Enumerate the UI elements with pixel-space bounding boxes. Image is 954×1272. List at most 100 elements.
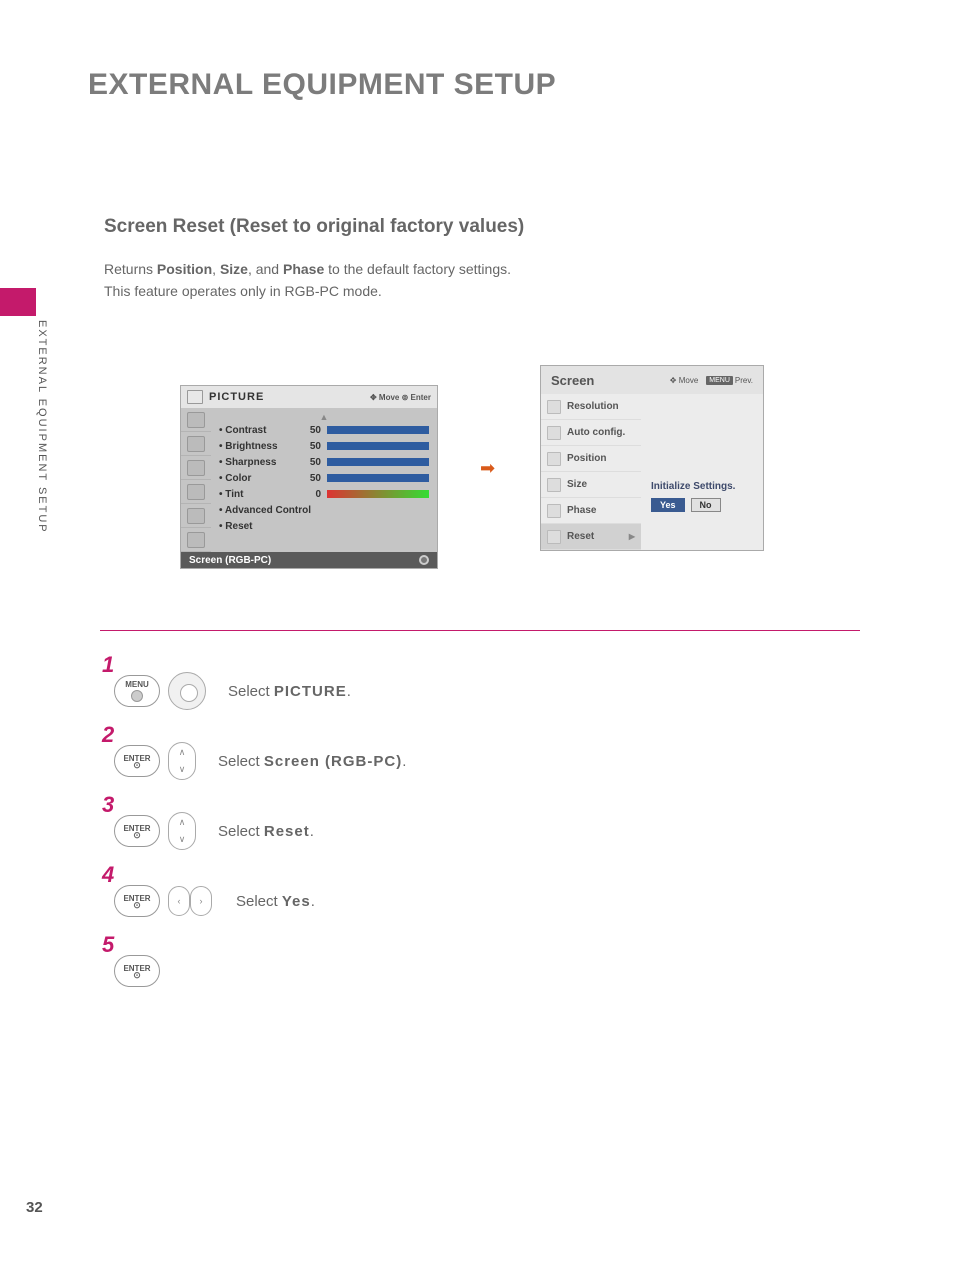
step-row: 5 ENTER⊙ — [104, 936, 406, 1006]
list-item[interactable]: • Advanced Control — [219, 502, 429, 518]
picture-menu: PICTURE ✥ Move ⊚ Enter ▲ • Contrast50 • … — [180, 385, 438, 569]
item-label: Size — [567, 479, 587, 490]
list-item[interactable]: Auto config. — [541, 420, 641, 446]
slider-bar — [327, 426, 429, 434]
enter-dot-icon: ⊙ — [133, 763, 141, 768]
side-tab-label: EXTERNAL EQUIPMENT SETUP — [36, 320, 54, 534]
desc-text: to the default factory settings. — [324, 261, 511, 277]
item-value: 50 — [299, 441, 321, 452]
menu-category-icon — [187, 508, 205, 524]
screen-menu-detail: Initialize Settings. Yes No — [641, 442, 763, 550]
arrow-right-icon: ➡ — [480, 458, 495, 479]
list-item[interactable]: Phase — [541, 498, 641, 524]
vertical-pad-icon: ∧∨ — [168, 812, 196, 850]
step-text: Select PICTURE. — [228, 683, 351, 700]
item-label: Resolution — [567, 401, 619, 412]
picture-menu-category-icons — [181, 408, 211, 552]
steps-list: 1 MENU Select PICTURE. 2 ENTER⊙ ∧∨ Selec… — [104, 656, 406, 1006]
item-label: • Brightness — [219, 441, 299, 452]
desc-text: , and — [248, 261, 283, 277]
desc-text: , — [212, 261, 220, 277]
item-label: • Reset — [219, 521, 253, 532]
remote-menu-button: MENU — [114, 675, 160, 707]
enter-dot-icon: ⊙ — [133, 973, 141, 978]
step-number: 5 — [102, 932, 114, 958]
picture-menu-list: ▲ • Contrast50 • Brightness50 • Sharpnes… — [211, 408, 437, 552]
list-item[interactable]: • Color50 — [219, 470, 429, 486]
dpad-icon — [168, 672, 206, 710]
step-number: 4 — [102, 862, 114, 888]
step-text: Select Screen (RGB-PC). — [218, 753, 406, 770]
page-title: EXTERNAL EQUIPMENT SETUP — [88, 68, 556, 102]
item-value: 0 — [299, 489, 321, 500]
desc-bold-position: Position — [157, 261, 212, 277]
desc-bold-phase: Phase — [283, 261, 324, 277]
list-item[interactable]: • Reset — [219, 518, 429, 534]
item-value: 50 — [299, 457, 321, 468]
initialize-message: Initialize Settings. — [651, 481, 753, 492]
scroll-up-icon: ▲ — [219, 412, 429, 422]
item-label: • Contrast — [219, 425, 299, 436]
list-item[interactable]: Size — [541, 472, 641, 498]
hint-move: Move — [379, 393, 399, 402]
list-item[interactable]: • Tint0 — [219, 486, 429, 502]
remote-enter-button: ENTER⊙ — [114, 815, 160, 847]
step-bold: Yes — [282, 893, 311, 910]
list-item[interactable]: Resolution — [541, 394, 641, 420]
radio-icon — [419, 555, 429, 565]
position-icon — [547, 452, 561, 466]
desc-line2: This feature operates only in RGB-PC mod… — [104, 283, 382, 299]
desc-text: Returns — [104, 261, 157, 277]
section-title: Screen Reset (Reset to original factory … — [104, 216, 524, 238]
move-icon: ✥ — [370, 393, 379, 402]
step-bold: Screen (RGB-PC) — [264, 753, 402, 770]
step-bold: Reset — [264, 823, 310, 840]
phase-icon — [547, 504, 561, 518]
remote-enter-button: ENTER⊙ — [114, 955, 160, 987]
slider-bar — [327, 458, 429, 466]
menu-category-icon — [187, 532, 205, 548]
remote-enter-button: ENTER⊙ — [114, 885, 160, 917]
step-text: Select Reset. — [218, 823, 314, 840]
tv-icon — [187, 390, 203, 404]
yes-no-group: Yes No — [651, 498, 753, 512]
step-row: 1 MENU Select PICTURE. — [104, 656, 406, 726]
size-icon — [547, 478, 561, 492]
slider-bar — [327, 474, 429, 482]
enter-dot-icon: ⊙ — [133, 903, 141, 908]
desc-bold-size: Size — [220, 261, 248, 277]
remote-enter-button: ENTER⊙ — [114, 745, 160, 777]
hint-prev: Prev. — [735, 376, 753, 385]
screen-menu: Screen ✥ Move MENU Prev. Resolution Auto… — [540, 365, 764, 551]
picture-menu-hints: ✥ Move ⊚ Enter — [370, 393, 431, 402]
menu-category-icon — [187, 460, 205, 476]
slider-bar-tint — [327, 490, 429, 498]
item-value: 50 — [299, 473, 321, 484]
item-label: Phase — [567, 505, 596, 516]
section-description: Returns Position, Size, and Phase to the… — [104, 258, 511, 303]
step-row: 2 ENTER⊙ ∧∨ Select Screen (RGB-PC). — [104, 726, 406, 796]
item-label: • Tint — [219, 489, 299, 500]
list-item[interactable]: • Brightness50 — [219, 438, 429, 454]
list-item[interactable]: • Contrast50 — [219, 422, 429, 438]
step-number: 1 — [102, 652, 114, 678]
hint-move: ✥ Move — [670, 376, 699, 385]
picture-menu-selected[interactable]: Screen (RGB-PC) — [181, 552, 437, 568]
item-label: Position — [567, 453, 606, 464]
reset-icon — [547, 530, 561, 544]
yes-button[interactable]: Yes — [651, 498, 685, 512]
no-button[interactable]: No — [691, 498, 721, 512]
menu-category-icon — [187, 412, 205, 428]
list-item[interactable]: • Sharpness50 — [219, 454, 429, 470]
selected-label: Screen (RGB-PC) — [189, 555, 271, 566]
list-item-selected[interactable]: Reset▶ — [541, 524, 641, 550]
item-label: Reset — [567, 531, 594, 542]
move-icon: ✥ — [670, 376, 679, 385]
circle-icon — [131, 690, 143, 702]
list-item[interactable]: Position — [541, 446, 641, 472]
step-row: 4 ENTER⊙ ‹› Select Yes. — [104, 866, 406, 936]
screen-menu-header: Screen ✥ Move MENU Prev. — [541, 366, 763, 394]
picture-menu-header: PICTURE ✥ Move ⊚ Enter — [181, 386, 437, 408]
resolution-icon — [547, 400, 561, 414]
step-bold: PICTURE — [274, 683, 347, 700]
